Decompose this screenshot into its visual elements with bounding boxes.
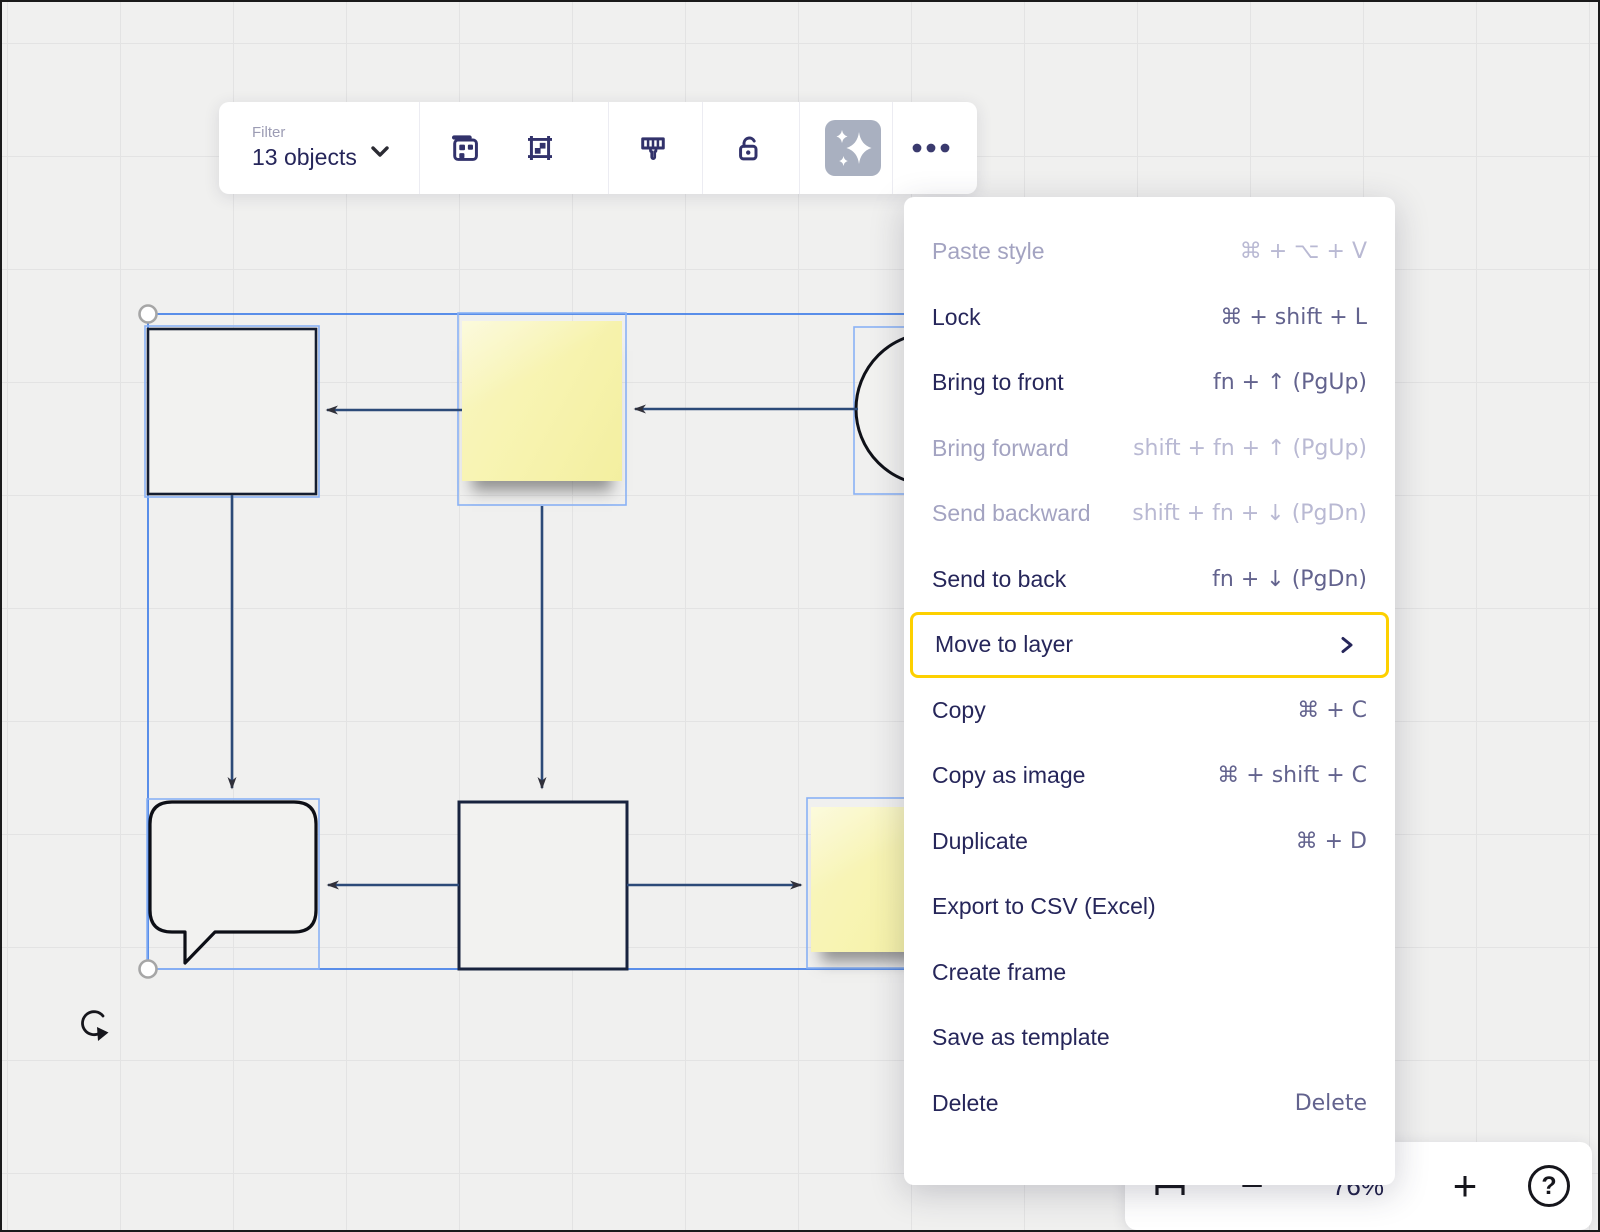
chevron-right-icon — [1338, 635, 1356, 655]
menu-item-shortcut: fn + ↑ (PgUp) — [1213, 370, 1367, 395]
menu-item-copy[interactable]: Copy ⌘ + C — [904, 678, 1395, 744]
context-menu: Paste style ⌘ + ⌥ + V Lock ⌘ + shift + L… — [904, 197, 1395, 1185]
menu-item-shortcut: Delete — [1295, 1091, 1367, 1116]
menu-item-label: Send backward — [932, 500, 1091, 527]
menu-item-label: Bring to front — [932, 369, 1064, 396]
toolbar-divider — [608, 102, 609, 194]
menu-item-label: Lock — [932, 304, 981, 331]
sticky-note[interactable] — [462, 321, 622, 481]
frame-icon[interactable] — [524, 132, 556, 164]
menu-item-send-to-back[interactable]: Send to back fn + ↓ (PgDn) — [904, 547, 1395, 613]
more-dots-icon[interactable] — [909, 133, 953, 163]
toolbar-divider — [892, 102, 893, 194]
menu-item-copy-as-image[interactable]: Copy as image ⌘ + shift + C — [904, 743, 1395, 809]
menu-item-label: Paste style — [932, 238, 1045, 265]
rectangle-shape[interactable] — [148, 329, 316, 494]
menu-item-shortcut: ⌘ + D — [1296, 829, 1367, 854]
menu-item-shortcut: ⌘ + ⌥ + V — [1240, 239, 1367, 264]
selection-handle[interactable] — [140, 306, 157, 323]
square-shape[interactable] — [459, 802, 627, 969]
menu-item-create-frame[interactable]: Create frame — [904, 940, 1395, 1006]
menu-item-shortcut: shift + fn + ↑ (PgUp) — [1133, 436, 1367, 461]
menu-item-send-backward[interactable]: Send backward shift + fn + ↓ (PgDn) — [904, 481, 1395, 547]
menu-item-export-to-csv[interactable]: Export to CSV (Excel) — [904, 874, 1395, 940]
menu-item-shortcut: ⌘ + C — [1297, 698, 1367, 723]
filter-value: 13 objects — [252, 144, 357, 171]
rotate-handle-icon[interactable] — [83, 1012, 109, 1041]
selection-toolbar: Filter 13 objects — [219, 102, 977, 194]
menu-item-label: Move to layer — [935, 631, 1073, 658]
toolbar-divider — [419, 102, 420, 194]
menu-item-label: Save as template — [932, 1024, 1110, 1051]
menu-item-label: Create frame — [932, 959, 1066, 986]
menu-item-delete[interactable]: Delete Delete — [904, 1071, 1395, 1137]
menu-item-bring-forward[interactable]: Bring forward shift + fn + ↑ (PgUp) — [904, 416, 1395, 482]
zoom-in-button[interactable]: + — [1442, 1142, 1488, 1230]
menu-item-label: Export to CSV (Excel) — [932, 893, 1156, 920]
menu-item-label: Send to back — [932, 566, 1066, 593]
board-objects-icon[interactable] — [449, 132, 481, 164]
menu-item-shortcut: ⌘ + shift + L — [1220, 305, 1367, 330]
toolbar-divider — [799, 102, 800, 194]
menu-item-shortcut: fn + ↓ (PgDn) — [1212, 567, 1367, 592]
speech-bubble-shape[interactable] — [150, 802, 316, 963]
chevron-down-icon[interactable] — [369, 142, 391, 167]
menu-item-label: Copy as image — [932, 762, 1085, 789]
menu-item-shortcut: ⌘ + shift + C — [1217, 763, 1367, 788]
menu-item-shortcut: shift + fn + ↓ (PgDn) — [1132, 501, 1367, 526]
filter-dropdown[interactable]: Filter 13 objects — [252, 124, 357, 171]
menu-item-label: Copy — [932, 697, 986, 724]
filter-label: Filter — [252, 124, 357, 141]
menu-item-label: Bring forward — [932, 435, 1069, 462]
menu-item-label: Delete — [932, 1090, 998, 1117]
sparkles-icon[interactable] — [825, 120, 881, 176]
menu-item-paste-style[interactable]: Paste style ⌘ + ⌥ + V — [904, 219, 1395, 285]
help-icon[interactable]: ? — [1528, 1165, 1570, 1207]
whiteboard-app: Filter 13 objects — [0, 0, 1600, 1232]
selection-handle[interactable] — [140, 961, 157, 978]
paintbrush-icon[interactable] — [637, 132, 669, 164]
menu-item-save-as-template[interactable]: Save as template — [904, 1005, 1395, 1071]
menu-item-label: Duplicate — [932, 828, 1028, 855]
menu-item-lock[interactable]: Lock ⌘ + shift + L — [904, 285, 1395, 351]
toolbar-divider — [702, 102, 703, 194]
menu-item-duplicate[interactable]: Duplicate ⌘ + D — [904, 809, 1395, 875]
unlock-icon[interactable] — [732, 132, 764, 164]
menu-item-move-to-layer[interactable]: Move to layer — [910, 612, 1389, 678]
menu-item-bring-to-front[interactable]: Bring to front fn + ↑ (PgUp) — [904, 350, 1395, 416]
